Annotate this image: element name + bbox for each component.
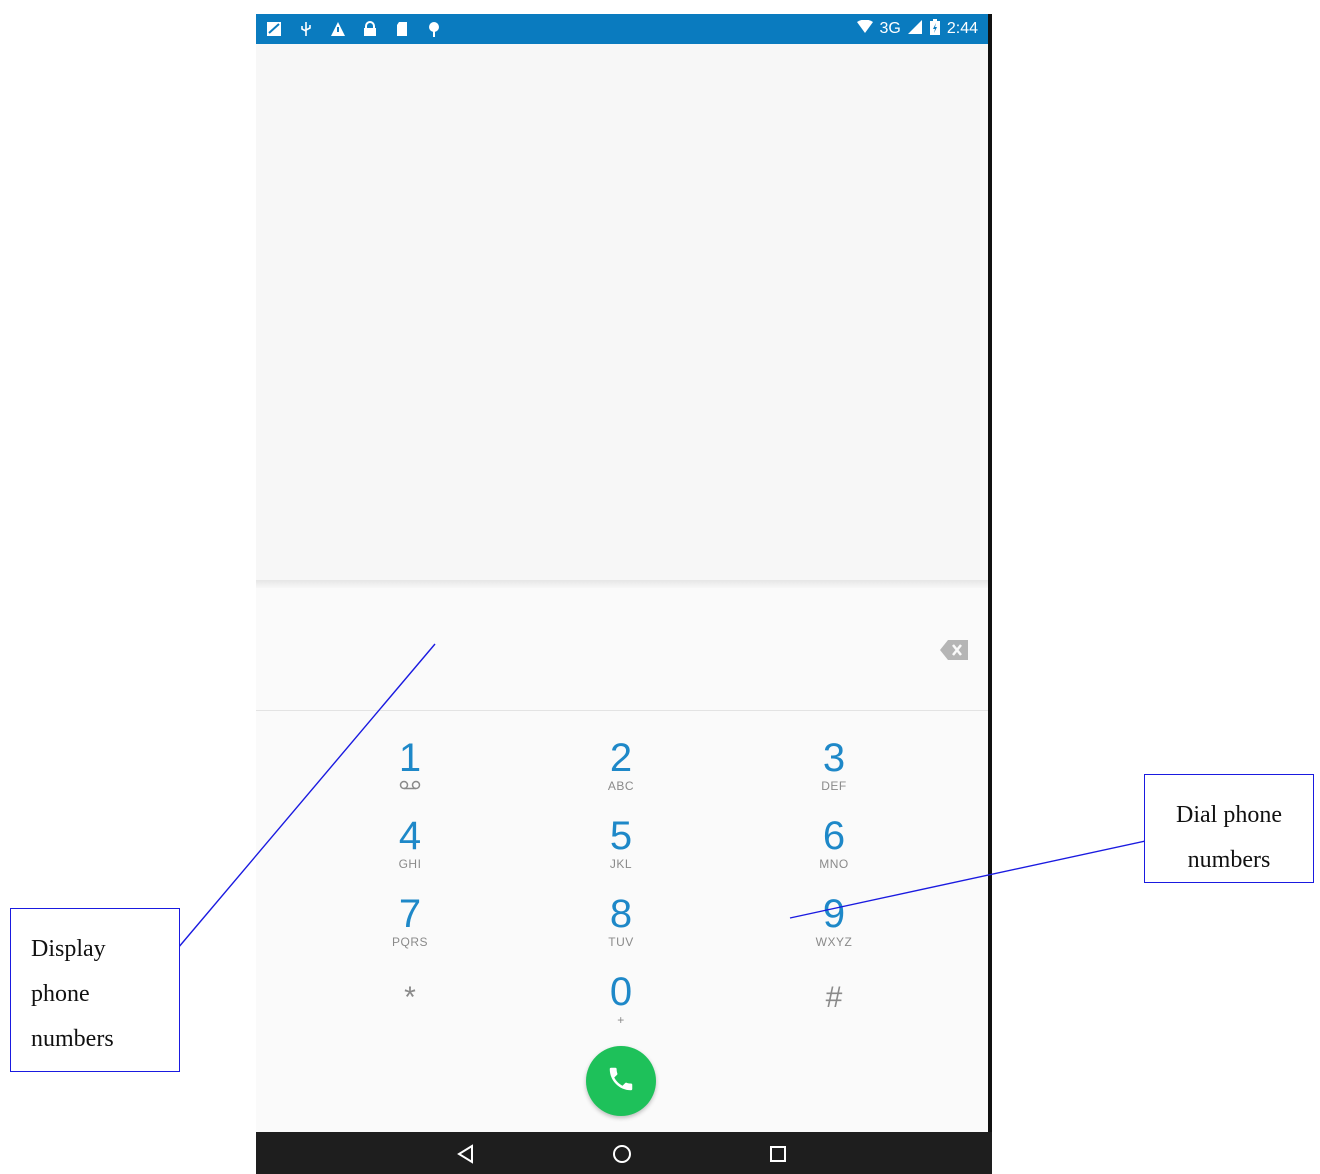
callout-text: Dial phone numbers <box>1176 802 1282 873</box>
callout-text: Display phone numbers <box>31 936 114 1052</box>
callout-dial-phone-numbers: Dial phone numbers <box>1144 774 1314 883</box>
key-letters: WXYZ <box>815 935 853 949</box>
divider <box>256 580 988 588</box>
key-digit: 7 <box>398 892 422 936</box>
search-results-area <box>256 44 988 580</box>
notification-icon <box>266 21 282 37</box>
key-digit: 0 <box>609 970 633 1014</box>
key-6[interactable]: 6 MNO <box>774 815 894 885</box>
key-symbol: * <box>404 981 416 1014</box>
clock: 2:44 <box>946 20 978 37</box>
status-bar: 3G 2:44 <box>256 14 988 44</box>
key-digit: 4 <box>398 814 422 858</box>
key-digit: 8 <box>609 892 633 936</box>
key-letters: JKL <box>609 857 633 871</box>
key-2[interactable]: 2 ABC <box>561 737 681 807</box>
sd-card-icon <box>394 21 410 37</box>
key-digit: 6 <box>822 814 846 858</box>
key-letters: MNO <box>819 857 849 871</box>
back-icon[interactable] <box>454 1142 478 1166</box>
number-entry-area <box>256 588 988 711</box>
recents-icon[interactable] <box>766 1142 790 1166</box>
key-5[interactable]: 5 JKL <box>561 815 681 885</box>
key-letters: GHI <box>398 857 422 871</box>
key-symbol: # <box>825 981 843 1014</box>
call-button[interactable] <box>586 1046 656 1116</box>
lock-icon <box>362 21 378 37</box>
key-4[interactable]: 4 GHI <box>350 815 470 885</box>
key-letters: + <box>617 1013 625 1027</box>
key-digit: 2 <box>609 736 633 780</box>
key-1[interactable]: 1 <box>350 737 470 807</box>
android-debug-icon <box>426 21 442 37</box>
wifi-icon <box>856 19 874 39</box>
usb-icon <box>298 21 314 37</box>
voicemail-icon <box>350 779 470 793</box>
phone-number-display[interactable] <box>276 618 916 678</box>
key-8[interactable]: 8 TUV <box>561 893 681 963</box>
phone-screen: 3G 2:44 1 2 ABC 3 DEF 4 GHI 5 JKL 6 MNO … <box>256 14 992 1174</box>
callout-display-phone-numbers: Display phone numbers <box>10 908 180 1072</box>
key-9[interactable]: 9 WXYZ <box>774 893 894 963</box>
key-letters: TUV <box>608 935 634 949</box>
key-digit: 1 <box>398 736 422 780</box>
backspace-icon[interactable] <box>940 640 968 660</box>
key-digit: 3 <box>822 736 846 780</box>
key-digit: 5 <box>609 814 633 858</box>
key-7[interactable]: 7 PQRS <box>350 893 470 963</box>
key-3[interactable]: 3 DEF <box>774 737 894 807</box>
battery-icon <box>929 18 941 40</box>
key-digit: 9 <box>822 892 846 936</box>
key-star[interactable]: * <box>350 977 470 1047</box>
warning-icon <box>330 21 346 37</box>
phone-icon <box>606 1064 636 1099</box>
signal-icon <box>907 19 923 39</box>
network-type: 3G <box>879 20 901 37</box>
key-hash[interactable]: # <box>774 977 894 1047</box>
key-letters: PQRS <box>391 935 428 949</box>
home-icon[interactable] <box>610 1142 634 1166</box>
navigation-bar <box>256 1132 992 1174</box>
key-letters: DEF <box>821 779 847 793</box>
key-0[interactable]: 0 + <box>561 971 681 1041</box>
key-letters: ABC <box>607 779 635 793</box>
